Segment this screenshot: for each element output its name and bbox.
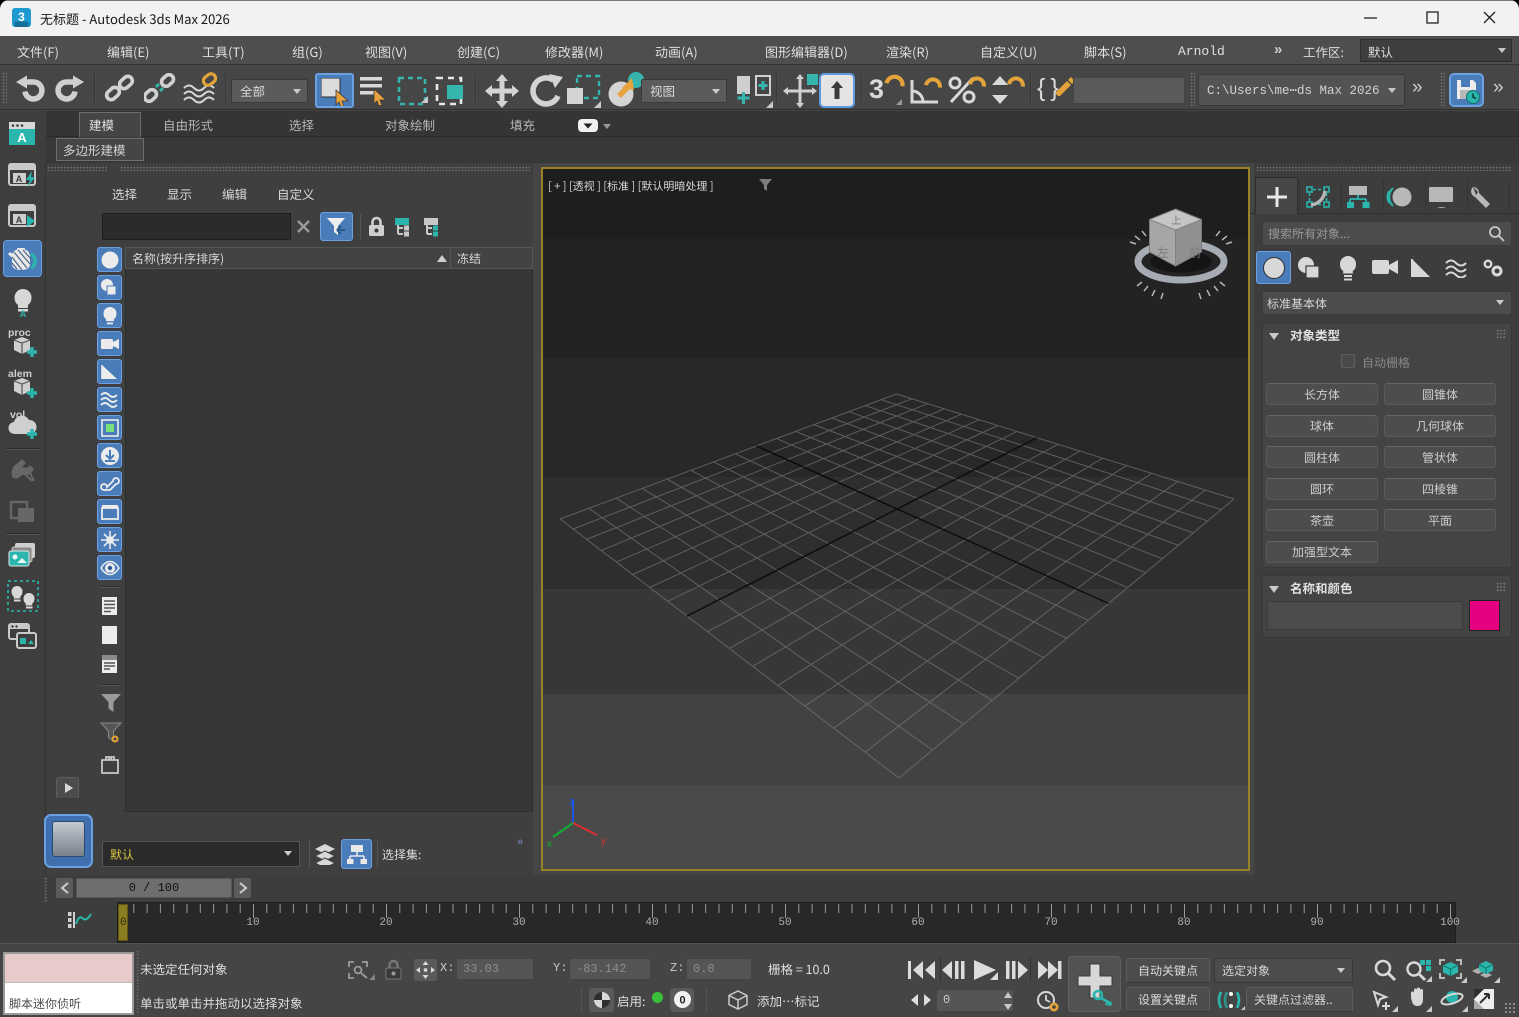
svg-text:z: z	[569, 797, 574, 808]
svg-text:A: A	[16, 215, 23, 225]
svg-text:alem: alem	[8, 368, 32, 380]
svg-text:y: y	[601, 836, 606, 847]
svg-text:A: A	[16, 174, 23, 184]
svg-text:3: 3	[18, 10, 25, 24]
svg-text:0: 0	[679, 995, 685, 1007]
svg-text:A: A	[17, 130, 27, 145]
svg-text:A: A	[20, 309, 27, 317]
svg-text:proc: proc	[8, 327, 31, 339]
svg-text:x: x	[547, 839, 552, 850]
